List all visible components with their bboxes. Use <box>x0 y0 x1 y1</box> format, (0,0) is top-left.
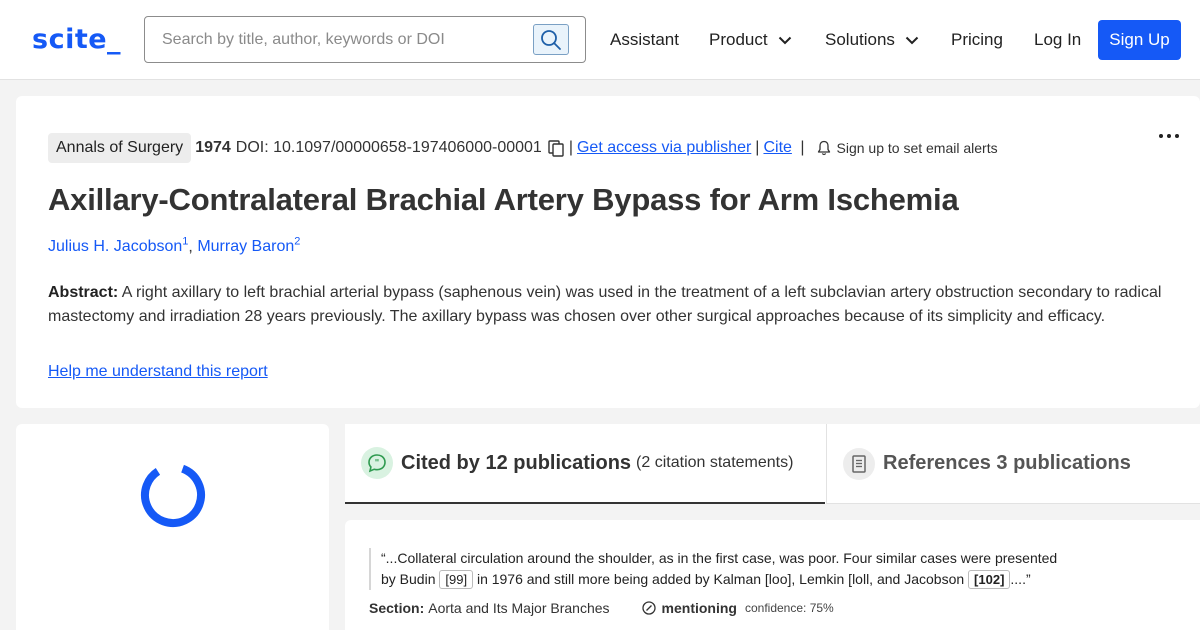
separator: | <box>568 139 573 156</box>
more-icon-dot <box>1175 134 1179 138</box>
access-publisher-link[interactable]: Get access via publisher <box>577 139 751 157</box>
nav-assistant-label: Assistant <box>610 30 679 49</box>
abstract: Abstract: A right axillary to left brach… <box>48 281 1178 329</box>
citation-statement-card: “...Collateral circulation around the sh… <box>345 520 1200 630</box>
more-icon-dot <box>1167 134 1171 138</box>
citation-meta: Section: Aorta and Its Major Branches me… <box>369 600 834 616</box>
search-box <box>144 16 586 63</box>
separator: | <box>795 139 805 156</box>
smart-citations-panel <box>16 424 329 630</box>
publication-year: 1974 <box>195 139 231 156</box>
scite-logo[interactable]: scite_ <box>32 24 121 55</box>
author-separator: , <box>188 238 198 256</box>
author-list: Julius H. Jacobson1, Murray Baron2 <box>48 236 300 256</box>
quote-text: in 1976 and still more being added by Ka… <box>473 571 969 587</box>
quote-text: ....” <box>1010 571 1031 587</box>
citation-tabs: " Cited by 12 publications (2 citation s… <box>345 424 1200 504</box>
paper-title: Axillary-Contralateral Brachial Artery B… <box>48 182 959 217</box>
signup-button[interactable]: Sign Up <box>1098 20 1181 60</box>
bell-icon[interactable] <box>817 140 831 156</box>
section-label: Section: <box>369 600 425 616</box>
more-icon-dot <box>1159 134 1163 138</box>
search-button[interactable] <box>533 24 569 55</box>
citation-statements-count: (2 citation statements) <box>636 454 794 471</box>
author-link[interactable]: Julius H. Jacobson1 <box>48 236 188 256</box>
nav-pricing[interactable]: Pricing <box>951 30 1003 50</box>
doi-text: DOI: 10.1097/00000658-197406000-00001 <box>235 139 542 156</box>
nav-solutions-dropdown[interactable]: Solutions <box>825 30 919 50</box>
nav-product-dropdown[interactable]: Product <box>709 30 792 50</box>
search-input[interactable] <box>145 17 525 62</box>
login-label: Log In <box>1034 30 1082 49</box>
paper-meta-row: Annals of Surgery 1974 DOI: 10.1097/0000… <box>48 132 998 164</box>
chevron-down-icon <box>778 36 791 44</box>
login-link[interactable]: Log In <box>1034 30 1081 50</box>
nav-pricing-label: Pricing <box>951 30 1003 49</box>
references-label: References 3 publications <box>883 452 1131 474</box>
abstract-label: Abstract: <box>48 284 119 301</box>
copy-icon[interactable] <box>548 139 564 157</box>
help-understand-link[interactable]: Help me understand this report <box>48 363 268 381</box>
author-name: Murray Baron <box>197 238 295 256</box>
chevron-down-icon <box>905 36 919 44</box>
paper-details-card: Annals of Surgery 1974 DOI: 10.1097/0000… <box>16 96 1200 408</box>
loading-spinner <box>141 463 205 527</box>
quote-bubble-icon: " <box>361 447 393 479</box>
cited-by-label: Cited by 12 publications <box>401 451 632 474</box>
reference-chip[interactable]: [99] <box>439 570 474 589</box>
reference-chip[interactable]: [102] <box>968 570 1011 589</box>
section-value: Aorta and Its Major Branches <box>428 600 610 616</box>
nav-solutions-label: Solutions <box>825 30 895 49</box>
classification-badge: mentioning confidence: 75% <box>641 600 834 616</box>
svg-text:": " <box>375 459 380 469</box>
author-link[interactable]: Murray Baron2 <box>197 236 301 256</box>
citation-quote: “...Collateral circulation around the sh… <box>369 548 1069 590</box>
author-name: Julius H. Jacobson <box>48 238 183 256</box>
cite-link[interactable]: Cite <box>763 139 791 157</box>
nav-product-label: Product <box>709 30 768 49</box>
tab-cited-by[interactable]: " Cited by 12 publications (2 citation s… <box>345 424 825 504</box>
mentioning-icon <box>641 601 656 615</box>
author-affiliation: 2 <box>294 236 301 248</box>
tab-references[interactable]: References 3 publications <box>826 424 1200 504</box>
nav-assistant[interactable]: Assistant <box>610 30 679 50</box>
document-icon <box>843 447 875 480</box>
separator: | <box>755 139 760 156</box>
more-options-button[interactable] <box>1154 126 1184 146</box>
abstract-text: A right axillary to left brachial arteri… <box>48 284 1162 325</box>
confidence-value: confidence: 75% <box>744 601 834 615</box>
email-alert-link[interactable]: Sign up to set email alerts <box>837 140 998 156</box>
journal-chip[interactable]: Annals of Surgery <box>48 133 192 163</box>
top-navigation-bar: scite_ Assistant Product Solutions Prici… <box>0 0 1200 80</box>
classification-label: mentioning <box>661 600 737 616</box>
search-icon <box>541 29 561 50</box>
